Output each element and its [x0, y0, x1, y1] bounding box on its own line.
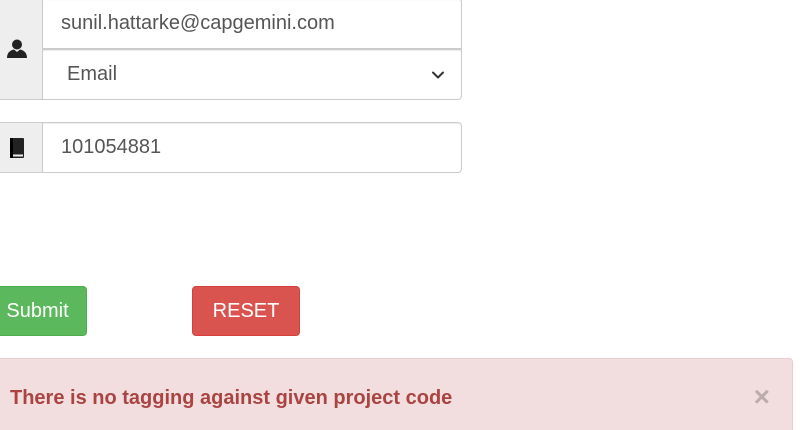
contact-type-selected: Email: [67, 63, 118, 85]
user-addon: [0, 0, 43, 100]
project-code-field[interactable]: 101054881: [42, 122, 462, 173]
chevron-down-icon: [432, 71, 444, 78]
contact-type-select[interactable]: Email: [42, 49, 462, 100]
book-addon: [0, 122, 43, 173]
error-alert: There is no tagging against given projec…: [0, 358, 793, 430]
close-icon[interactable]: ×: [754, 383, 770, 411]
reset-button[interactable]: RESET: [192, 286, 300, 336]
project-code-value: 101054881: [61, 136, 162, 158]
reset-button-label: RESET: [212, 299, 280, 322]
project-lookup-form: sunil.hattarke@capgemini.com Email 10105…: [0, 0, 811, 430]
submit-button[interactable]: Submit: [0, 286, 87, 336]
email-field[interactable]: sunil.hattarke@capgemini.com: [42, 0, 462, 49]
submit-button-label: Submit: [6, 299, 69, 322]
alert-message: There is no tagging against given projec…: [10, 387, 453, 409]
book-icon: [10, 137, 24, 158]
user-icon: [7, 39, 27, 58]
email-field-value: sunil.hattarke@capgemini.com: [61, 12, 335, 34]
